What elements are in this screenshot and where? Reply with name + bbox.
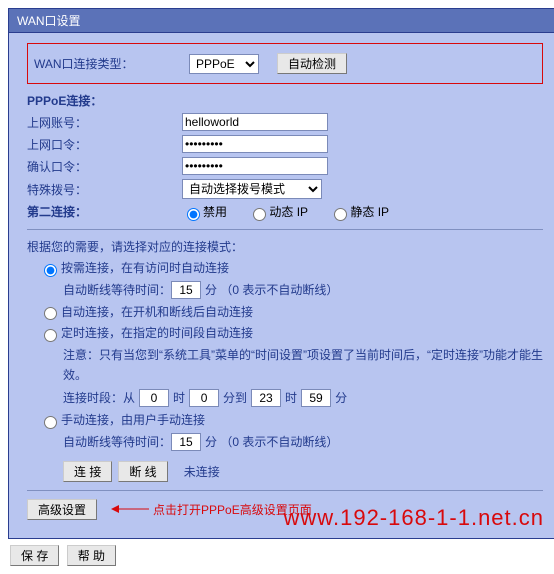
timed-note: 注意：只有当您到“系统工具”菜单的“时间设置”项设置了当前时间后，“定时连接”功…: [27, 346, 543, 384]
account-input[interactable]: [182, 113, 328, 131]
separator: [27, 229, 543, 230]
pppoe-section-label: PPPoE连接：: [27, 92, 543, 109]
time-to-hour[interactable]: [251, 389, 281, 407]
arrow-left-icon: [111, 504, 151, 514]
panel-content: WAN口连接类型： PPPoE 自动检测 PPPoE连接： 上网账号： 上网口令…: [9, 33, 554, 538]
wan-type-select[interactable]: PPPoE: [189, 54, 259, 74]
wan-type-highlight-box: WAN口连接类型： PPPoE 自动检测: [27, 43, 543, 84]
radio-disable[interactable]: [187, 208, 200, 221]
manual-wait-suffix: 分 （0 表示不自动断线）: [205, 433, 338, 450]
mode-ondemand[interactable]: 按需连接，在有访问时自动连接: [27, 259, 543, 277]
time-range-label: 连接时段：从: [63, 389, 135, 406]
watermark-text: www.192-168-1-1.net.cn: [284, 505, 544, 531]
second-conn-disable[interactable]: 禁用: [182, 205, 227, 219]
second-conn-label: 第二连接：: [27, 203, 182, 220]
help-button[interactable]: 帮 助: [67, 545, 116, 566]
wan-type-label: WAN口连接类型：: [34, 55, 189, 72]
connection-status: 未连接: [184, 463, 220, 480]
separator-2: [27, 490, 543, 491]
ondemand-wait-label: 自动断线等待时间：: [63, 281, 171, 298]
password-input[interactable]: [182, 135, 328, 153]
auto-detect-button[interactable]: 自动检测: [277, 53, 347, 74]
ondemand-wait-input[interactable]: [171, 281, 201, 299]
second-conn-static[interactable]: 静态 IP: [329, 205, 389, 219]
mode-manual[interactable]: 手动连接，由用户手动连接: [27, 411, 543, 429]
radio-ondemand[interactable]: [44, 264, 57, 277]
special-dial-select[interactable]: 自动选择拨号模式: [182, 179, 322, 199]
wan-settings-panel: WAN口设置 WAN口连接类型： PPPoE 自动检测 PPPoE连接： 上网账…: [8, 8, 554, 539]
time-to-min[interactable]: [301, 389, 331, 407]
mode-intro-text: 根据您的需要，请选择对应的连接模式：: [27, 238, 543, 255]
callout: 点击打开PPPoE高级设置页面: [111, 501, 312, 518]
ondemand-wait-suffix: 分 （0 表示不自动断线）: [205, 281, 338, 298]
panel-title: WAN口设置: [9, 9, 554, 33]
confirm-password-label: 确认口令：: [27, 158, 182, 175]
password-label: 上网口令：: [27, 136, 182, 153]
time-from-hour[interactable]: [139, 389, 169, 407]
second-conn-radios: 禁用 动态 IP 静态 IP: [182, 203, 407, 221]
second-conn-dynamic[interactable]: 动态 IP: [248, 205, 308, 219]
disconnect-button[interactable]: 断 线: [118, 461, 167, 482]
mode-timed[interactable]: 定时连接，在指定的时间段自动连接: [27, 324, 543, 342]
time-from-min[interactable]: [189, 389, 219, 407]
radio-auto[interactable]: [44, 307, 57, 320]
radio-timed[interactable]: [44, 329, 57, 342]
special-dial-label: 特殊拨号：: [27, 181, 182, 198]
radio-manual[interactable]: [44, 416, 57, 429]
account-label: 上网账号：: [27, 114, 182, 131]
radio-dynamic[interactable]: [253, 208, 266, 221]
bottom-button-bar: 保 存 帮 助: [8, 545, 554, 566]
mode-auto[interactable]: 自动连接，在开机和断线后自动连接: [27, 303, 543, 321]
manual-wait-input[interactable]: [171, 433, 201, 451]
manual-wait-label: 自动断线等待时间：: [63, 433, 171, 450]
connect-button[interactable]: 连 接: [63, 461, 112, 482]
confirm-password-input[interactable]: [182, 157, 328, 175]
advanced-settings-button[interactable]: 高级设置: [27, 499, 97, 520]
radio-static[interactable]: [334, 208, 347, 221]
save-button[interactable]: 保 存: [10, 545, 59, 566]
